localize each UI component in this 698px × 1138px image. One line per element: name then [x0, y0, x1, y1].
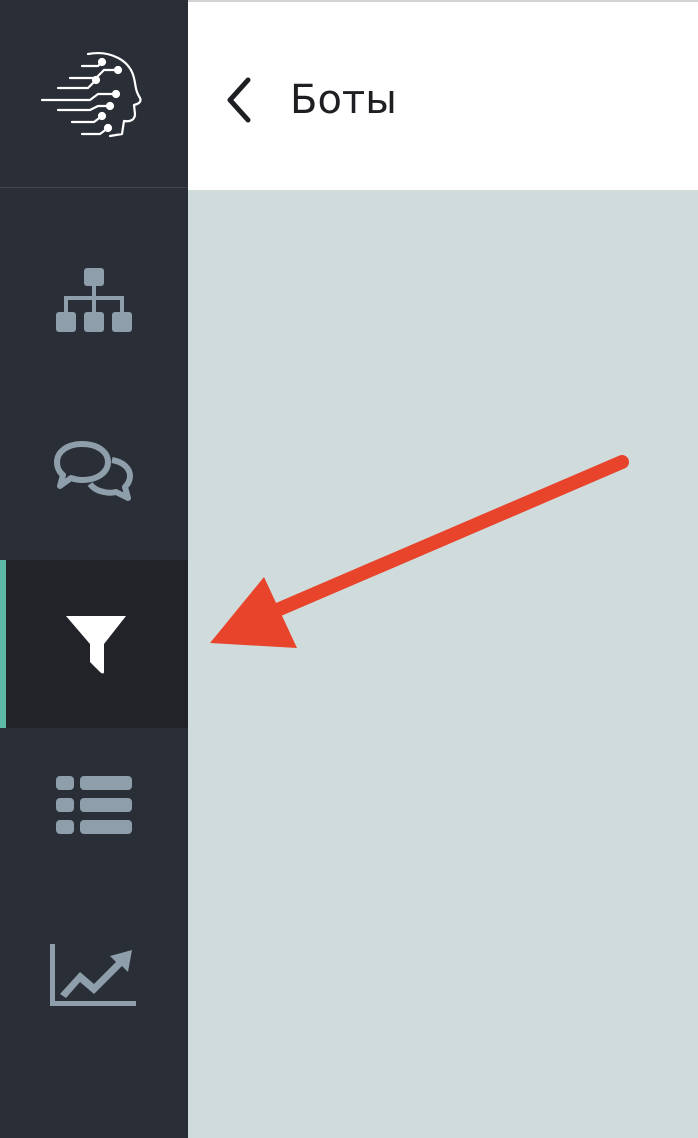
sidebar-item-filters[interactable]	[0, 560, 188, 728]
chevron-left-icon	[227, 77, 251, 123]
page-title: Боты	[290, 77, 397, 123]
main-content	[188, 190, 698, 1138]
back-button[interactable]	[218, 72, 264, 128]
app-root: Боты	[0, 0, 698, 1138]
funnel-icon	[66, 616, 126, 674]
list-icon	[56, 776, 132, 834]
logo[interactable]	[0, 0, 188, 188]
trend-chart-icon	[50, 944, 136, 1006]
sidebar-item-lists[interactable]	[0, 728, 188, 896]
top-bar: Боты	[188, 0, 698, 190]
sidebar-item-analytics[interactable]	[0, 896, 188, 1064]
sitemap-icon	[56, 268, 132, 332]
sidebar-item-dialogs[interactable]	[0, 392, 188, 560]
sidebar	[0, 0, 188, 1138]
ai-head-logo-icon	[40, 52, 142, 138]
chat-bubbles-icon	[54, 441, 133, 501]
sidebar-item-structure[interactable]	[0, 224, 188, 392]
